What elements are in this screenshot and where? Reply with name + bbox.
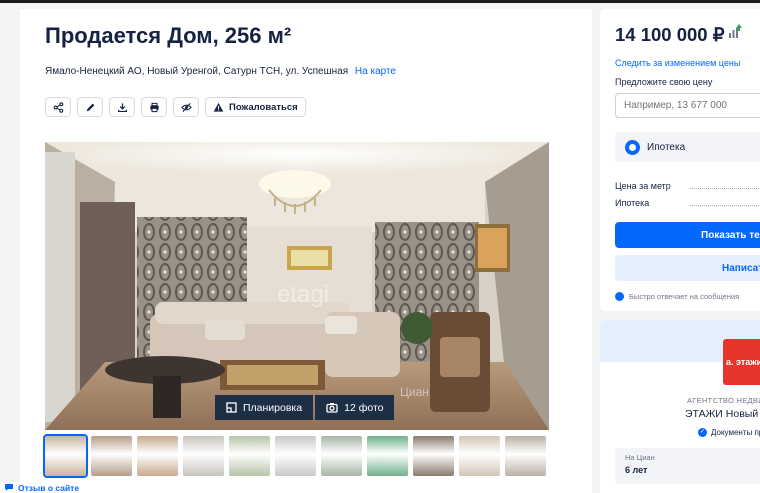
floor-plan-label: Планировка (243, 401, 303, 414)
photos-count-button[interactable]: 12 фото (315, 395, 395, 420)
photo-thumbnail[interactable] (137, 436, 178, 476)
offer-price-label: Предложите свою цену (615, 77, 713, 87)
photos-count-label: 12 фото (344, 401, 384, 414)
show-phone-button[interactable]: Показать тел (615, 222, 760, 248)
agency-card: a. этажи АГЕНТСТВО НЕДВИ ЭТАЖИ Новый ✓ Д… (600, 320, 760, 493)
camera-icon (326, 403, 338, 413)
photo-badges: Планировка 12 фото (215, 395, 395, 420)
price-value: 14 100 000 ₽ (615, 24, 725, 45)
reply-note-text: Быстро отвечает на сообщения (629, 292, 740, 301)
photo-thumbnail[interactable] (43, 434, 88, 478)
documents-checked: ✓ Документы пр (698, 428, 760, 437)
write-message-button[interactable]: Написат (615, 255, 760, 281)
on-cian-label: На Циан (625, 453, 655, 462)
watermark-cian: Циан (400, 385, 429, 399)
write-message-label: Написат (722, 262, 760, 274)
agency-logo-text: a. этажи (726, 357, 760, 367)
photo-thumbnail[interactable] (413, 436, 454, 476)
living-room-image: etagi Циан (45, 142, 549, 430)
reply-note: Быстро отвечает на сообщения (615, 292, 739, 301)
edit-button[interactable] (77, 97, 103, 117)
photo-thumbnail[interactable] (275, 436, 316, 476)
photo-thumbnail[interactable] (91, 436, 132, 476)
agency-type: АГЕНТСТВО НЕДВИ (687, 396, 760, 405)
share-icon (53, 101, 63, 113)
action-toolbar: Пожаловаться (45, 97, 306, 117)
main-photo[interactable]: etagi Циан (45, 142, 549, 430)
show-phone-label: Показать тел (701, 229, 760, 241)
edit-icon (86, 103, 94, 111)
mortgage-row-label: Ипотека (615, 198, 650, 208)
on-cian-value: 6 лет (625, 465, 648, 475)
check-icon: ✓ (698, 428, 707, 437)
mortgage-button[interactable]: Ипотека (615, 132, 760, 162)
photo-thumbnail[interactable] (367, 436, 408, 476)
on-cian-stat: На Циан 6 лет (615, 448, 760, 484)
offer-price-input[interactable] (615, 93, 760, 118)
print-icon (149, 102, 159, 112)
follow-price-link[interactable]: Следить за изменением цены (615, 58, 740, 68)
agency-name[interactable]: ЭТАЖИ Новый (685, 408, 758, 420)
address-text: Ямало-Ненецкий АО, Новый Уренгой, Сатурн… (45, 66, 349, 77)
mortgage-label: Ипотека (647, 141, 686, 153)
photo-thumbnail[interactable] (321, 436, 362, 476)
photo-thumbnail[interactable] (459, 436, 500, 476)
top-bar (0, 0, 760, 3)
feedback-link[interactable]: Отзыв о сайте (0, 482, 80, 493)
floor-plan-button[interactable]: Планировка (215, 395, 314, 420)
agency-logo[interactable]: a. этажи (723, 339, 760, 385)
mortgage-icon (625, 139, 640, 155)
address: Ямало-Ненецкий АО, Новый Уренгой, Сатурн… (45, 66, 396, 77)
mortgage-row: Ипотека (615, 198, 760, 208)
feedback-label: Отзыв о сайте (18, 482, 80, 493)
price-sidebar: 14 100 000 ₽ Следить за изменением цены … (600, 9, 760, 311)
map-link[interactable]: На карте (355, 66, 396, 77)
price-per-meter-label: Цена за метр (615, 181, 671, 191)
hide-icon (180, 102, 192, 112)
page-title: Продается Дом, 256 м² (45, 23, 292, 48)
photo-thumbnail[interactable] (229, 436, 270, 476)
documents-label: Документы пр (711, 428, 760, 437)
report-label: Пожаловаться (229, 101, 298, 113)
photo-thumbnail[interactable] (505, 436, 546, 476)
floor-plan-icon (226, 402, 237, 413)
thumbnail-strip (43, 434, 546, 478)
download-button[interactable] (109, 97, 135, 117)
share-button[interactable] (45, 97, 71, 117)
price-per-meter-row: Цена за метр (615, 181, 760, 191)
download-icon (117, 102, 127, 112)
listing-main-card: Продается Дом, 256 м² Ямало-Ненецкий АО,… (20, 9, 592, 493)
chat-bubble-icon (5, 484, 13, 491)
price-history-icon[interactable] (726, 24, 742, 40)
warning-icon (213, 102, 224, 112)
report-button[interactable]: Пожаловаться (205, 97, 306, 117)
clock-icon (615, 292, 624, 301)
hide-button[interactable] (173, 97, 199, 117)
watermark-etagi: etagi (277, 281, 329, 308)
photo-thumbnail[interactable] (183, 436, 224, 476)
print-button[interactable] (141, 97, 167, 117)
